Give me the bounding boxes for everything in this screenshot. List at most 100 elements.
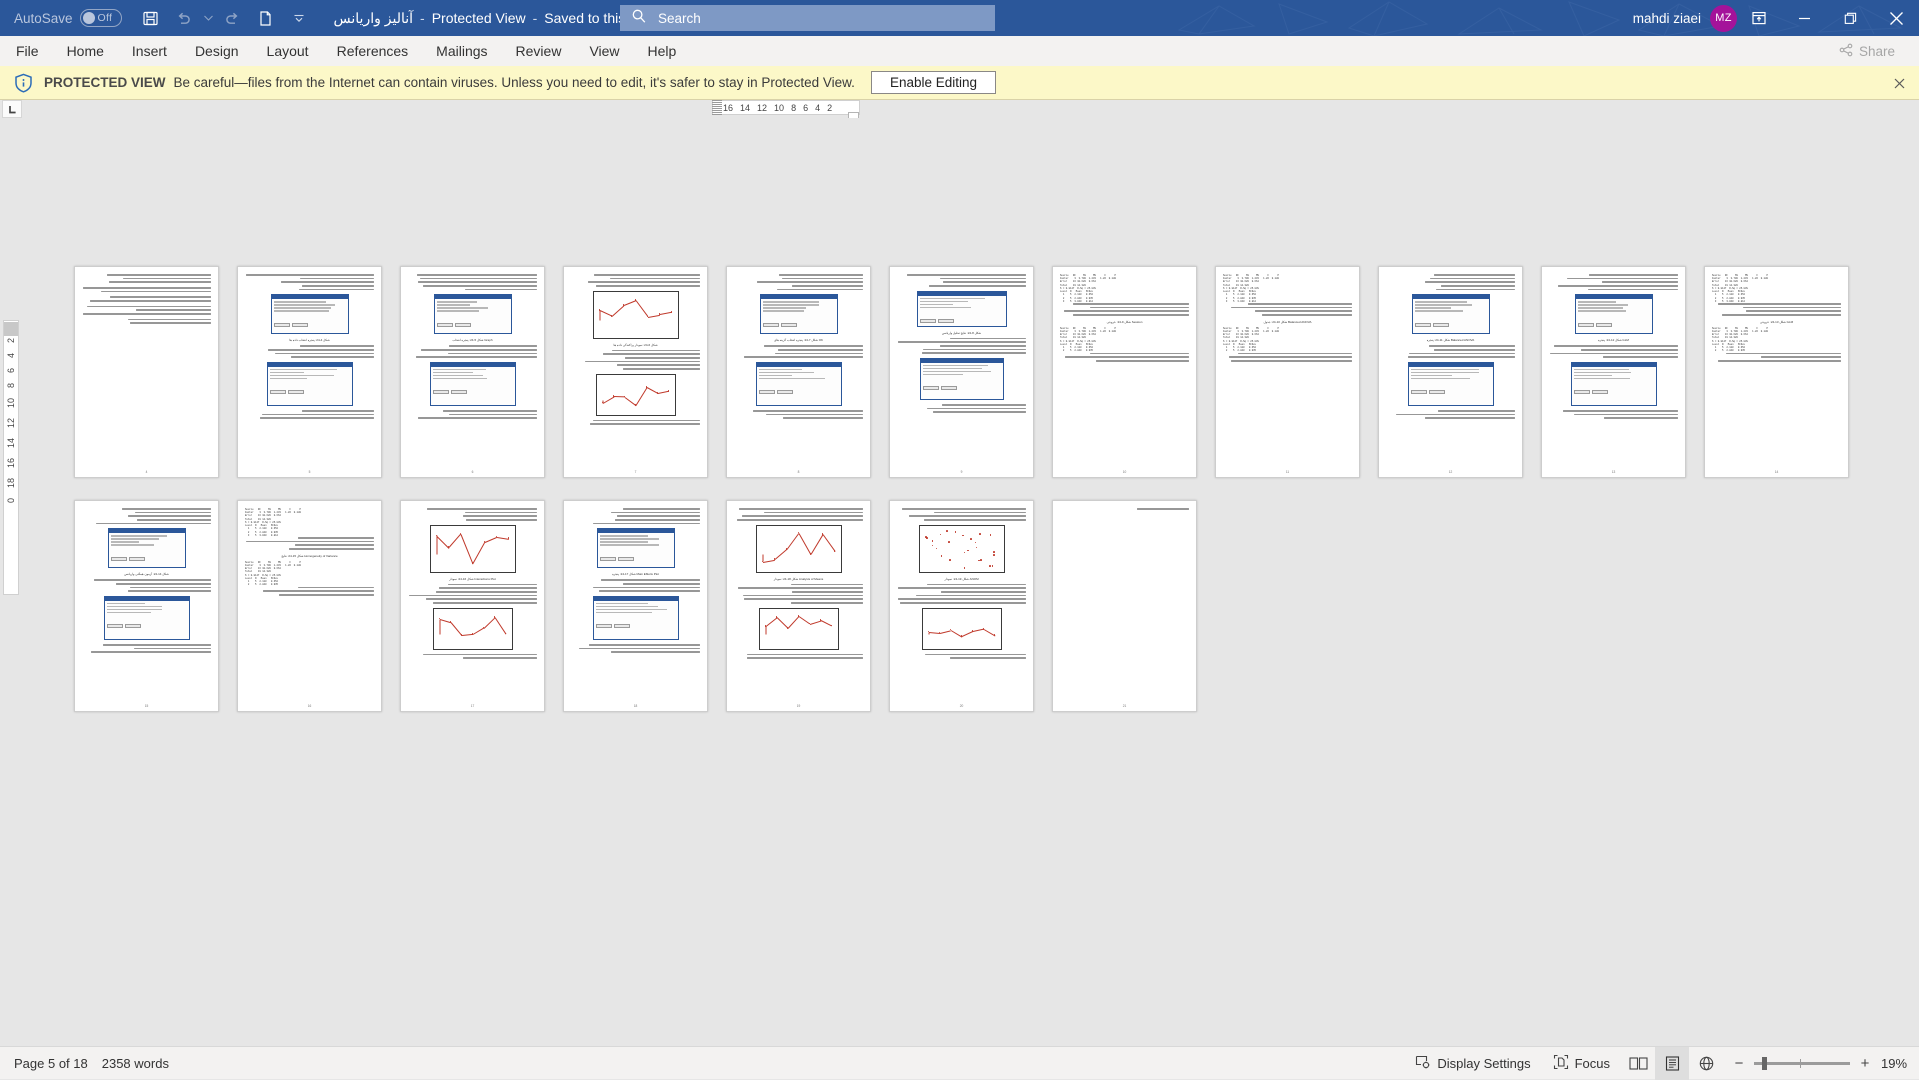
minimize-icon[interactable] (1781, 0, 1827, 36)
figure-button (923, 386, 939, 390)
page-thumbnail[interactable]: شکل 7-24: پنجره انتخاب گزینه های OK8 (726, 266, 871, 478)
figure-row (433, 372, 473, 373)
avatar[interactable]: MZ (1710, 5, 1737, 32)
text-line (593, 587, 700, 589)
read-mode-icon[interactable] (1621, 1047, 1655, 1080)
figure-body (921, 363, 1003, 397)
autosave-control[interactable]: AutoSave Off (14, 9, 122, 27)
figure-button (920, 319, 936, 323)
word-count[interactable]: 2358 words (102, 1056, 169, 1071)
redo-icon[interactable] (218, 4, 248, 32)
tab-home[interactable]: Home (53, 36, 118, 66)
tab-layout[interactable]: Layout (253, 36, 323, 66)
autosave-toggle[interactable]: Off (80, 9, 122, 27)
title-bar: AutoSave Off (0, 0, 1919, 36)
page-thumbnail[interactable]: شکل 19-24: نمودار ANOM20 (889, 500, 1034, 712)
text-block (571, 579, 700, 592)
text-line (611, 512, 700, 514)
page-thumbnail[interactable]: شکل 4-24: پنجره انتخاب داده ها5 (237, 266, 382, 478)
zoom-slider-thumb[interactable] (1762, 1057, 1767, 1070)
text-line (130, 322, 211, 324)
shield-info-icon (14, 73, 33, 93)
undo-dropdown-icon[interactable] (202, 15, 215, 21)
save-icon[interactable] (136, 4, 166, 32)
page-thumbnail[interactable]: شکل 14-24: آزمون همگنی واریانس15 (74, 500, 219, 712)
user-name[interactable]: mahdi ziaei (1633, 11, 1701, 26)
text-block (1223, 353, 1352, 362)
page-thumbnail[interactable]: 21 (1052, 500, 1197, 712)
tab-design[interactable]: Design (181, 36, 253, 66)
page-thumbnail[interactable]: شکل 8-24: نتایج تحلیل واریانس9 (889, 266, 1034, 478)
page-thumbnail[interactable]: Source DF SS MS F P Factor 3 3.700 1.233… (1052, 266, 1197, 478)
tab-stop-left-icon[interactable] (2, 100, 22, 118)
enable-editing-button[interactable]: Enable Editing (871, 71, 996, 94)
focus-button[interactable]: Focus (1542, 1047, 1621, 1080)
figure-button (455, 323, 471, 327)
page-thumbnail[interactable]: شکل 12-24: پنجره GLM13 (1541, 266, 1686, 478)
share-button[interactable]: Share (1827, 40, 1907, 63)
zoom-level-label[interactable]: 19% (1881, 1056, 1919, 1071)
tab-view[interactable]: View (575, 36, 633, 66)
display-settings-button[interactable]: Display Settings (1404, 1047, 1541, 1080)
zoom-control[interactable]: − + (1723, 1055, 1881, 1072)
horizontal-ruler[interactable]: 16 14 12 10 8 6 4 2 (712, 100, 860, 115)
customize-qat-icon[interactable] (284, 4, 314, 32)
figure-buttons (111, 548, 183, 566)
text-block (571, 508, 700, 524)
zoom-plus-icon[interactable]: + (1859, 1055, 1871, 1072)
web-layout-icon[interactable] (1689, 1047, 1723, 1080)
figure-body (757, 367, 841, 401)
page-thumbnail[interactable]: شکل 18-24: نمودار Analysis of Means19 (726, 500, 871, 712)
text-line (1064, 310, 1189, 312)
page-indicator[interactable]: Page 5 of 18 (14, 1056, 88, 1071)
chart-point (993, 554, 995, 556)
search-input[interactable]: Search (620, 5, 995, 31)
text-block (897, 274, 1026, 287)
page-thumbnail[interactable]: شکل 16-24: نمودار Interactions Plot17 (400, 500, 545, 712)
document-canvas[interactable]: 4شکل 4-24: پنجره انتخاب داده ها5شکل 5-24… (22, 118, 1919, 1046)
ribbon-display-options-icon[interactable] (1737, 0, 1781, 36)
tab-mailings[interactable]: Mailings (422, 36, 501, 66)
page-thumbnail[interactable]: 4 (74, 266, 219, 478)
ruler-indent-grip[interactable] (712, 100, 722, 115)
page-thumbnail[interactable]: شکل 6-24: نمودار پراکندگی داده ها7 (563, 266, 708, 478)
restore-icon[interactable] (1827, 0, 1873, 36)
tab-references[interactable]: References (323, 36, 423, 66)
text-line (421, 349, 537, 351)
page-thumbnail[interactable]: Source DF SS MS F P Factor 3 3.700 1.233… (1704, 266, 1849, 478)
text-line (739, 508, 863, 510)
code-output-block: Source DF SS MS F P Factor 3 3.700 1.233… (1060, 327, 1189, 353)
chart-segment (623, 300, 635, 306)
tab-insert[interactable]: Insert (118, 36, 181, 66)
tab-review[interactable]: Review (502, 36, 576, 66)
text-line (448, 353, 537, 355)
page-number: 7 (564, 470, 707, 474)
text-line (87, 306, 211, 308)
text-line (1231, 307, 1352, 309)
text-line (1096, 360, 1189, 362)
chart-segment (657, 391, 668, 394)
page-thumbnail[interactable]: Source DF SS MS F P Factor 3 3.700 1.233… (237, 500, 382, 712)
focus-icon (1553, 1054, 1569, 1073)
text-block (897, 508, 1026, 521)
new-page-icon[interactable] (251, 4, 281, 32)
page-thumbnail[interactable]: Source DF SS MS F P Factor 3 3.700 1.233… (1215, 266, 1360, 478)
page-thumbnail[interactable]: شکل 5-24: پنجره انتخاب Graph6 (400, 266, 545, 478)
vertical-ruler-margin-grip[interactable] (4, 322, 18, 336)
tab-file[interactable]: File (0, 36, 53, 66)
zoom-slider[interactable] (1754, 1062, 1850, 1065)
chart-segment (647, 314, 659, 317)
print-layout-icon[interactable] (1655, 1047, 1689, 1080)
undo-icon[interactable] (169, 4, 199, 32)
figure-caption: شکل 14-24: آزمون همگنی واریانس (82, 572, 211, 576)
tab-help[interactable]: Help (634, 36, 691, 66)
text-line (409, 595, 537, 597)
page-thumbnail[interactable]: شکل 17-24: پنجره Main Effects Plot18 (563, 500, 708, 712)
zoom-minus-icon[interactable]: − (1733, 1055, 1745, 1072)
close-icon[interactable] (1890, 74, 1908, 92)
page-number: 20 (890, 704, 1033, 708)
page-thumbnail[interactable]: شکل 11-24: پنجره Balanced ANOVA12 (1378, 266, 1523, 478)
figure-row (270, 375, 334, 376)
chart-segment (611, 305, 624, 317)
close-icon[interactable] (1873, 0, 1919, 36)
